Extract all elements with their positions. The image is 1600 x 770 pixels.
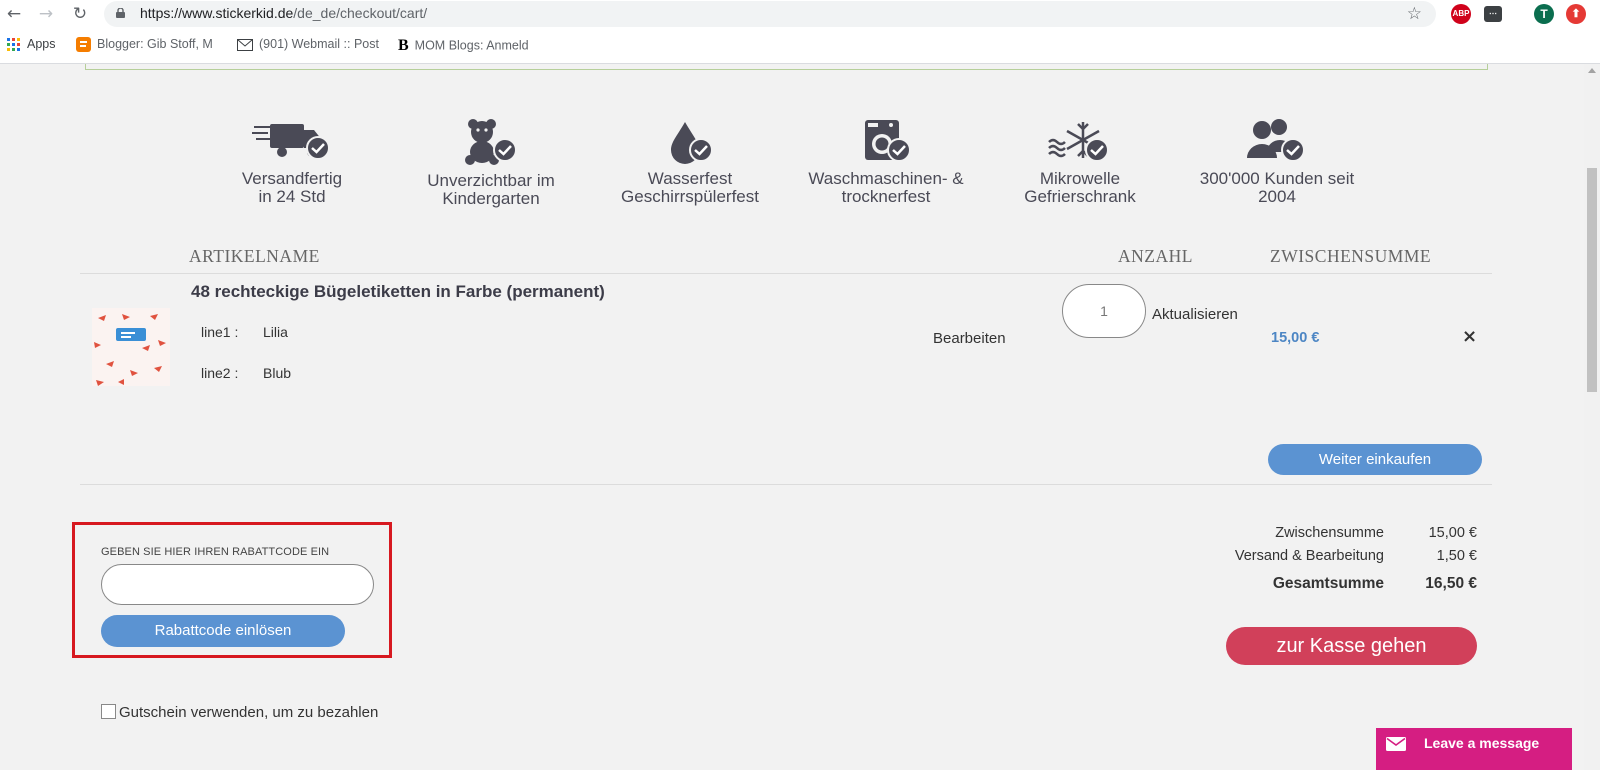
profile-avatar[interactable]: T [1534,4,1554,24]
shipping-label: Versand & Bearbeitung [1234,548,1384,564]
bookmark-blogger[interactable]: Blogger: Gib Stoff, M [76,37,213,53]
b-logo-icon: B [398,37,409,54]
scrollbar-thumb[interactable] [1587,168,1597,392]
grand-total-label: Gesamtsumme [1272,575,1384,592]
feature-washing-machine: Waschmaschinen- & trocknerfest [796,118,976,206]
item-price: 15,00 € [1271,330,1320,346]
checkout-button[interactable]: zur Kasse gehen [1226,627,1477,665]
option-label: line2 : [201,365,239,381]
bookmark-webmail[interactable]: (901) Webmail :: Post [237,37,379,51]
lock-icon [116,8,125,18]
feature-kindergarten: Unverzichtbar im Kindergarten [416,118,566,208]
feature-shipping: Versandfertig in 24 Std [222,120,362,206]
shipping-value: 1,50 € [1436,548,1477,564]
extension-icon[interactable]: ⋯ [1484,6,1502,22]
bookmarks-bar: Apps Blogger: Gib Stoff, M (901) Webmail… [0,28,1600,64]
browser-toolbar: ← → ↻ https://www.stickerkid.de/de_de/ch… [0,0,1600,28]
feature-customers: 300'000 Kunden seit 2004 [1184,118,1370,206]
envelope-icon [237,38,253,51]
customers-check-icon [1247,119,1305,162]
back-arrow-icon[interactable]: ← [4,4,24,24]
header-quantity: ANZAHL [1118,246,1193,266]
continue-shopping-button[interactable]: Weiter einkaufen [1268,444,1482,475]
product-thumbnail[interactable] [92,308,170,386]
cart-page: Versandfertig in 24 Std Unverzichtbar im K… [0,64,1584,770]
leave-message-widget[interactable]: Leave a message [1376,728,1572,770]
coupon-label: GEBEN SIE HIER IHREN RABATTCODE EIN [101,546,330,558]
upload-arrow-icon[interactable]: ⬆ [1566,4,1586,24]
header-subtotal: ZWISCHENSUMME [1270,246,1432,266]
coupon-code-input[interactable] [101,564,374,605]
header-item-name: ARTIKELNAME [189,246,320,266]
table-divider [80,273,1492,274]
water-drop-check-icon [671,122,713,164]
apply-coupon-button[interactable]: Rabattcode einlösen [101,615,345,647]
option-label: line1 : [201,324,239,340]
page-scrollbar[interactable] [1584,64,1600,770]
scroll-up-arrow-icon[interactable] [1588,68,1596,73]
subtotal-label: Zwischensumme [1275,525,1384,541]
apps-grid-icon [7,37,20,51]
voucher-checkbox[interactable] [101,704,116,719]
update-quantity-link[interactable]: Aktualisieren [1152,306,1238,323]
edit-item-link[interactable]: Bearbeiten [933,330,1006,347]
address-bar[interactable]: https://www.stickerkid.de/de_de/checkout… [104,1,1436,27]
teddy-bear-check-icon [465,119,517,165]
truck-check-icon [252,124,330,160]
feature-freezer: Mikrowelle Gefrierschrank [1010,120,1150,206]
leave-message-label: Leave a message [1424,735,1540,751]
product-image [92,308,170,386]
voucher-label: Gutschein verwenden, um zu bezahlen [119,704,379,721]
forward-arrow-icon[interactable]: → [36,4,56,24]
envelope-icon [1386,737,1406,751]
washing-machine-check-icon [865,120,911,162]
snowflake-check-icon [1048,122,1109,162]
bookmark-mom-blogs[interactable]: B MOM Blogs: Anmeld [398,37,529,55]
message-box-edge [85,64,1488,70]
blogger-icon [76,37,91,53]
subtotal-value: 15,00 € [1428,525,1477,541]
feature-waterproof: Wasserfest Geschirrspülerfest [610,120,770,206]
option-value: Blub [263,365,292,381]
quantity-input[interactable]: 1 [1062,284,1146,338]
url-text: https://www.stickerkid.de/de_de/checkout… [140,5,428,21]
reload-icon[interactable]: ↻ [70,4,90,24]
grand-total-value: 16,50 € [1425,575,1477,592]
option-value: Lilia [263,324,288,340]
adblock-icon[interactable]: ABP [1451,4,1471,24]
product-title[interactable]: 48 rechteckige Bügeletiketten in Farbe (… [191,282,605,302]
section-divider [80,484,1492,485]
use-voucher-option[interactable]: Gutschein verwenden, um zu bezahlen [101,704,378,721]
remove-item-icon[interactable]: × [1462,326,1477,347]
bookmark-apps[interactable]: Apps [7,37,56,52]
bookmark-star-icon[interactable]: ☆ [1407,4,1422,24]
